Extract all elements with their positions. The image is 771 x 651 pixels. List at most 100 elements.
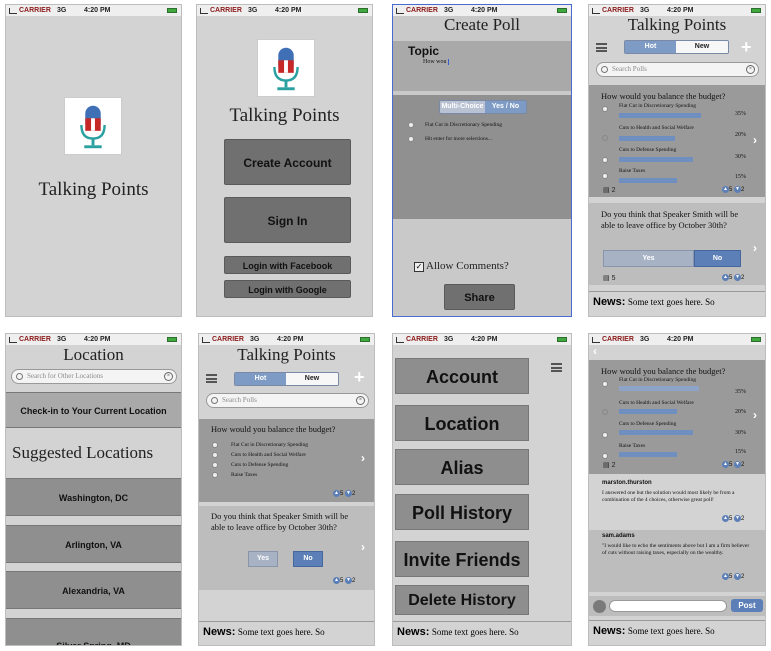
news-ticker[interactable]: News: Some text goes here. So	[393, 621, 571, 645]
add-poll-icon[interactable]: +	[354, 368, 365, 386]
check-in-button[interactable]: Check-in to Your Current Location	[6, 392, 181, 428]
tab-new[interactable]: New	[286, 373, 338, 385]
menu-item-location[interactable]: Location	[395, 405, 529, 441]
microphone-logo-icon	[64, 97, 122, 155]
option-radio[interactable]	[602, 432, 608, 438]
option-text: Flat Cut in Discretionary Spending	[619, 377, 696, 383]
yes-button[interactable]: Yes	[248, 551, 278, 567]
option-text[interactable]: Flat Cut in Discretionary Spending	[425, 122, 502, 128]
add-option-input[interactable]: Hit enter for more selections...	[425, 136, 492, 142]
back-icon[interactable]: ‹	[593, 344, 597, 358]
app-title: Talking Points	[237, 345, 336, 364]
no-button[interactable]: No	[293, 551, 323, 567]
tab-yes-no[interactable]: Yes / No	[484, 101, 526, 113]
tab-hot[interactable]: Hot	[625, 41, 677, 53]
chevron-right-icon[interactable]: ›	[753, 241, 757, 255]
poll-card[interactable]: How would you balance the budget? Flat C…	[589, 360, 765, 474]
option-text: Cuts to Defense Spending	[619, 147, 677, 153]
add-poll-icon[interactable]: +	[741, 38, 752, 56]
option-radio[interactable]	[602, 173, 608, 179]
option-radio[interactable]	[408, 136, 414, 142]
option-radio[interactable]	[212, 472, 218, 478]
vote-counts[interactable]: ▲5 ▼2	[722, 461, 744, 468]
status-bar: CARRIER 3G 4:20 PM	[6, 5, 181, 16]
battery-icon	[360, 337, 370, 342]
option-percent: 20%	[735, 132, 746, 138]
vote-counts[interactable]: ▲5 ▼2	[333, 490, 355, 497]
chevron-right-icon[interactable]: ›	[753, 133, 757, 147]
location-item[interactable]: Arlington, VA	[6, 525, 181, 563]
option-radio[interactable]	[602, 381, 608, 387]
share-button[interactable]: Share	[444, 284, 515, 310]
comment-user[interactable]: sam.adams	[602, 533, 635, 539]
chevron-right-icon[interactable]: ›	[753, 408, 757, 422]
news-ticker[interactable]: News: Some text goes here. So	[589, 291, 765, 316]
comments-count[interactable]: ▤ 5	[603, 274, 615, 282]
option-radio[interactable]	[212, 452, 218, 458]
signal-icon	[202, 337, 210, 343]
create-account-button[interactable]: Create Account	[224, 139, 351, 185]
menu-item-alias[interactable]: Alias	[395, 449, 529, 485]
poll-card[interactable]: Do you think that Speaker Smith will be …	[199, 506, 374, 590]
poll-card[interactable]: How would you balance the budget? Flat C…	[199, 419, 374, 502]
poll-card[interactable]: Do you think that Speaker Smith will be …	[589, 203, 765, 285]
login-google-button[interactable]: Login with Google	[224, 280, 351, 298]
poll-question: Do you think that Speaker Smith will be …	[211, 511, 349, 532]
suggested-heading: Suggested Locations	[12, 443, 154, 462]
option-radio[interactable]	[602, 157, 608, 163]
location-item[interactable]: Silver Spring, MD	[6, 618, 181, 645]
clear-icon[interactable]: ×	[356, 396, 365, 405]
news-ticker[interactable]: News: Some text goes here. So	[199, 621, 374, 645]
option-text: Raise Taxes	[619, 443, 646, 449]
menu-icon[interactable]	[551, 363, 562, 372]
option-radio[interactable]	[602, 409, 608, 415]
comment-input[interactable]	[609, 600, 727, 612]
tab-hot[interactable]: Hot	[235, 373, 287, 385]
post-button[interactable]: Post	[731, 599, 763, 612]
location-item[interactable]: Alexandria, VA	[6, 571, 181, 609]
poll-card[interactable]: How would you balance the budget? Flat C…	[589, 85, 765, 197]
comment-user[interactable]: marston.thurston	[602, 480, 652, 486]
vote-counts[interactable]: ▲5 ▼2	[722, 274, 744, 281]
option-radio[interactable]	[602, 106, 608, 112]
clear-icon[interactable]: ×	[164, 372, 173, 381]
option-radio[interactable]	[602, 135, 608, 141]
signal-icon	[200, 8, 208, 14]
menu-icon[interactable]	[206, 374, 217, 383]
search-input[interactable]: Search Polls ×	[596, 62, 759, 77]
vote-counts[interactable]: ▲5 ▼2	[333, 577, 355, 584]
option-radio[interactable]	[212, 442, 218, 448]
menu-item-account[interactable]: Account	[395, 358, 529, 394]
location-item[interactable]: Washington, DC	[6, 478, 181, 516]
yes-button[interactable]: Yes	[603, 250, 694, 267]
chevron-right-icon[interactable]: ›	[361, 451, 365, 465]
option-radio[interactable]	[212, 462, 218, 468]
signal-icon	[9, 337, 17, 343]
topic-input[interactable]: How wou	[423, 59, 449, 65]
menu-icon[interactable]	[596, 43, 607, 52]
option-bar	[619, 136, 675, 141]
option-bar	[619, 430, 693, 435]
option-radio[interactable]	[408, 122, 414, 128]
vote-counts[interactable]: ▲5 ▼2	[722, 186, 744, 193]
search-input[interactable]: Search Polls ×	[206, 393, 369, 408]
app-title: Talking Points	[38, 179, 149, 200]
clear-icon[interactable]: ×	[746, 65, 755, 74]
login-facebook-button[interactable]: Login with Facebook	[224, 256, 351, 274]
no-button[interactable]: No	[694, 250, 741, 267]
menu-item-delete-history[interactable]: Delete History	[395, 585, 529, 615]
location-search-input[interactable]: Search for Other Locations ×	[11, 369, 177, 384]
vote-counts[interactable]: ▲5 ▼2	[722, 515, 744, 522]
chevron-right-icon[interactable]: ›	[361, 540, 365, 554]
comments-count[interactable]: ▤ 2	[603, 461, 615, 469]
tab-multi-choice[interactable]: Multi-Choice	[440, 101, 485, 113]
option-radio[interactable]	[602, 453, 608, 459]
menu-item-poll-history[interactable]: Poll History	[395, 494, 529, 530]
menu-item-invite-friends[interactable]: Invite Friends	[395, 541, 529, 577]
news-ticker[interactable]: News: Some text goes here. So	[589, 620, 765, 645]
allow-comments-checkbox[interactable]: ✓	[414, 262, 424, 272]
vote-counts[interactable]: ▲5 ▼2	[722, 573, 744, 580]
comments-count[interactable]: ▤ 2	[603, 186, 615, 194]
sign-in-button[interactable]: Sign In	[224, 197, 351, 243]
tab-new[interactable]: New	[676, 41, 728, 53]
